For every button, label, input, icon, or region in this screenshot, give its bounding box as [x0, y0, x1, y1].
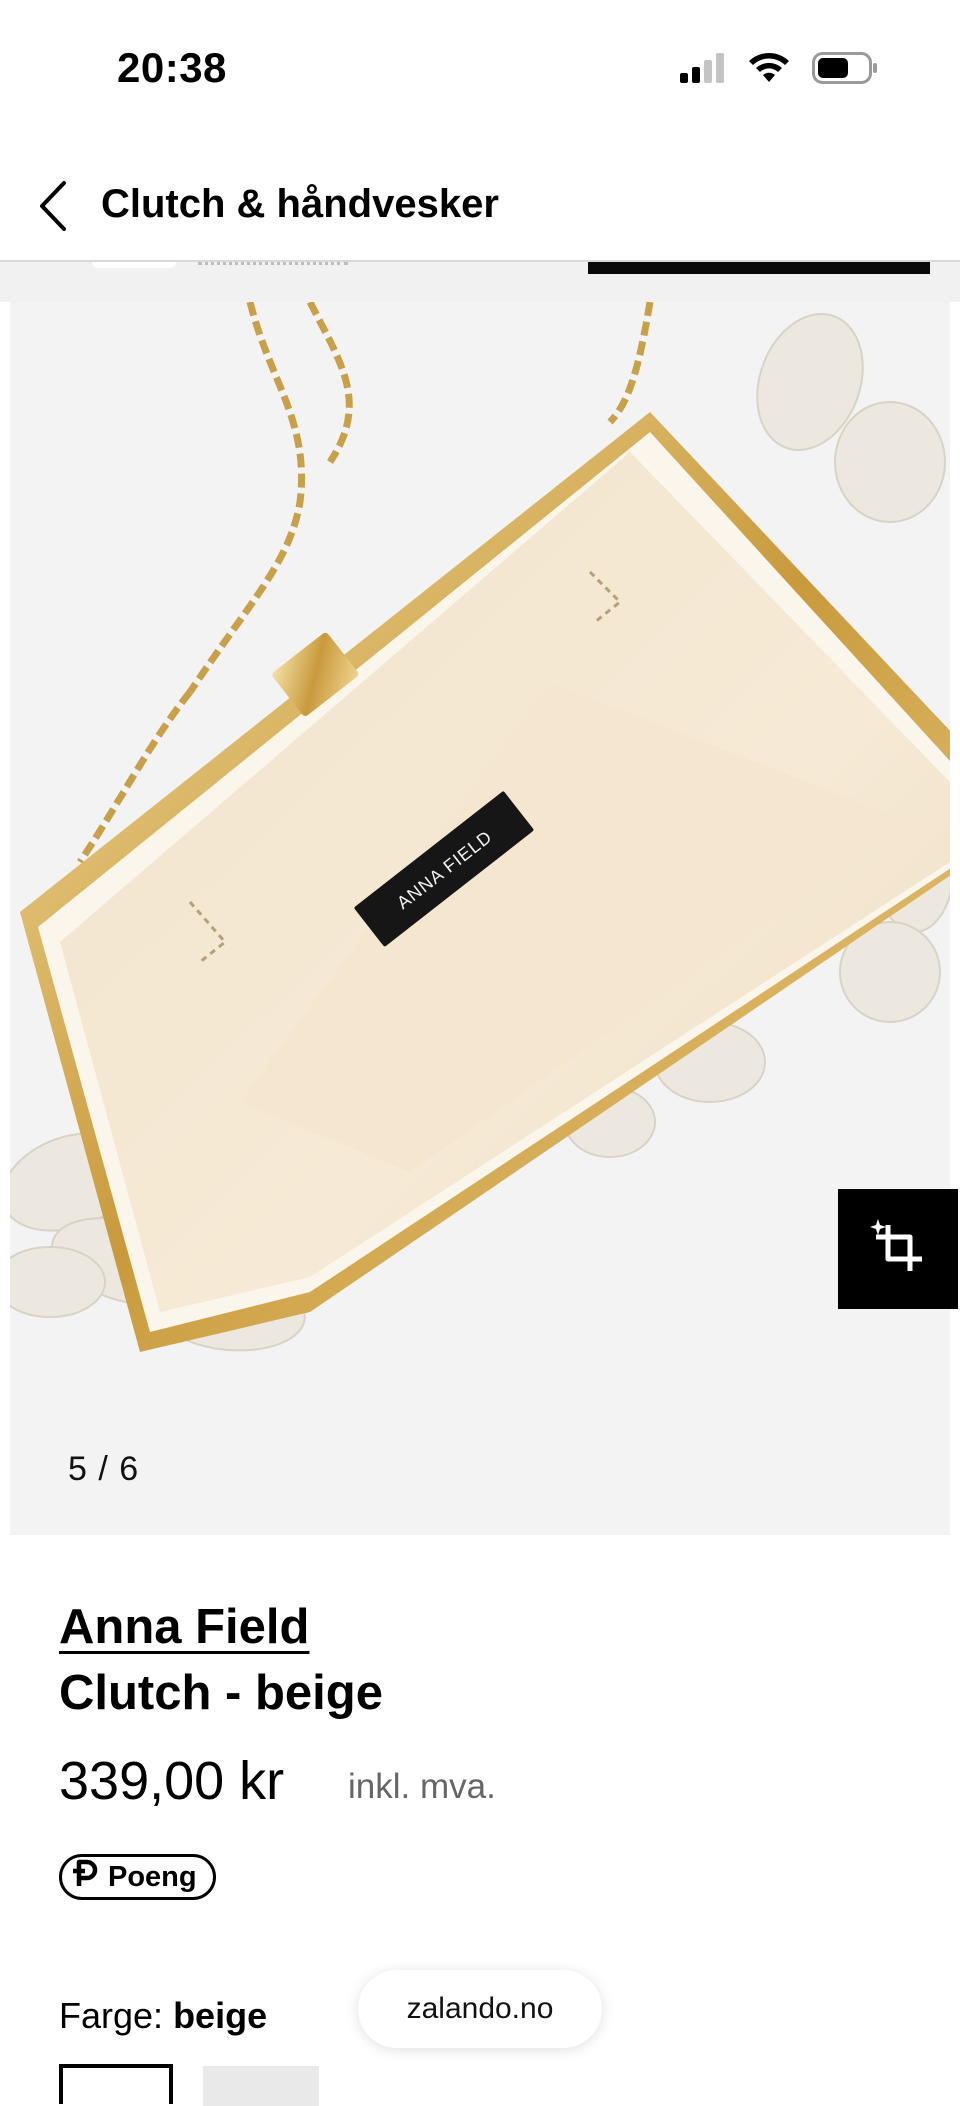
browser-url-pill[interactable]: zalando.no	[358, 1970, 602, 2048]
points-p-icon	[72, 1859, 98, 1895]
cellular-signal-icon	[680, 52, 726, 88]
color-value: beige	[173, 1995, 268, 2036]
points-badge-label: Poeng	[108, 1860, 197, 1893]
page-title: Clutch & håndvesker	[101, 182, 499, 226]
peek-thumbnail	[92, 262, 176, 268]
brand-link[interactable]: Anna Field	[59, 1599, 309, 1655]
color-swatch-selected[interactable]	[59, 2064, 173, 2104]
color-label: Farge:	[59, 1995, 164, 2036]
status-bar: 20:38	[0, 0, 960, 140]
battery-icon	[812, 51, 878, 89]
points-badge: Poeng	[59, 1854, 216, 1900]
vat-note: inkl. mva.	[348, 1767, 496, 1806]
status-icons	[680, 51, 878, 89]
peek-black-button	[588, 262, 930, 274]
wifi-icon	[748, 52, 790, 89]
color-swatch[interactable]	[203, 2066, 319, 2106]
visual-search-button[interactable]	[838, 1189, 958, 1309]
scrolled-content-peek	[0, 262, 960, 302]
status-time: 20:38	[117, 44, 227, 91]
nav-header: Clutch & håndvesker	[0, 140, 960, 262]
peek-text-fragment	[198, 262, 348, 269]
color-row: Farge: beige	[59, 1995, 267, 2037]
back-button[interactable]	[30, 178, 76, 238]
product-price: 339,00 kr	[59, 1751, 285, 1811]
crop-sparkle-icon	[866, 1215, 930, 1284]
product-name: Clutch - beige	[59, 1666, 383, 1720]
product-image-gallery[interactable]: ANNA FIELD 5 / 6	[10, 302, 950, 1535]
image-counter: 5 / 6	[68, 1450, 140, 1488]
chevron-left-icon	[38, 180, 68, 237]
product-image: ANNA FIELD	[10, 302, 950, 1352]
